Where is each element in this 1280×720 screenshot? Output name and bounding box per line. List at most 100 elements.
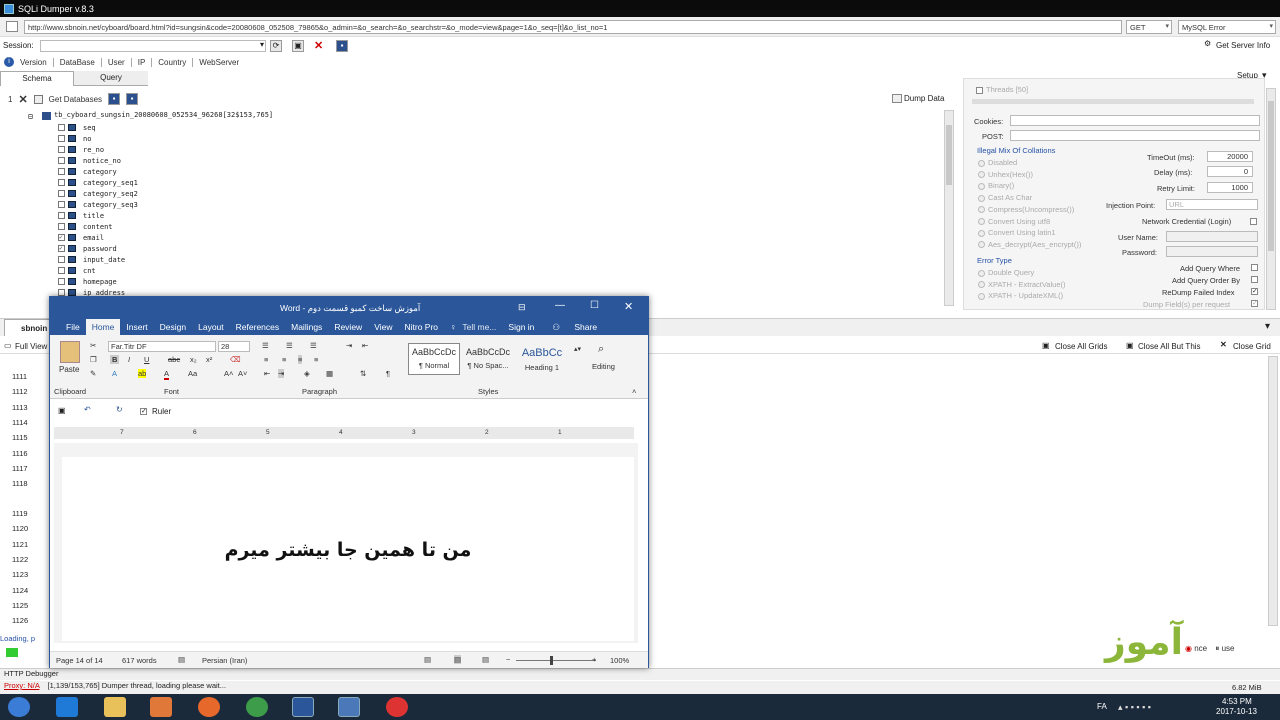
column-checkbox[interactable] xyxy=(58,223,65,230)
tab-home[interactable]: Home xyxy=(85,319,121,335)
http-debugger-label[interactable]: HTTP Debugger xyxy=(4,669,58,678)
tree-save-icon[interactable]: ▪ xyxy=(108,93,121,105)
tab-file[interactable]: File xyxy=(60,322,86,332)
dbms-select[interactable]: MySQL Error xyxy=(1178,20,1276,34)
sign-in-link[interactable]: Sign in xyxy=(502,322,540,332)
document-text[interactable]: من تا همین جا بیشتر میرم xyxy=(62,539,634,561)
close-all-grids-button[interactable]: Close All Grids xyxy=(1055,342,1107,351)
font-name-select[interactable]: Far.Titr DF xyxy=(108,341,216,352)
chrome-icon[interactable] xyxy=(246,697,268,717)
cut-icon[interactable]: ✂ xyxy=(90,341,96,350)
radio-icon[interactable] xyxy=(978,292,985,300)
tab-review[interactable]: Review xyxy=(328,322,368,332)
add-where-checkbox[interactable] xyxy=(1251,264,1258,271)
tree-scrollbar[interactable] xyxy=(944,110,954,306)
zoom-level[interactable]: 100% xyxy=(610,656,629,665)
rtl-icon[interactable]: ⇤ xyxy=(362,341,368,350)
radio-icon[interactable] xyxy=(978,229,985,237)
zoom-slider[interactable] xyxy=(516,660,596,661)
format-painter-icon[interactable]: ✎ xyxy=(90,369,96,378)
align-right-icon[interactable]: ≡ xyxy=(298,355,303,364)
strikethrough-button[interactable]: abc xyxy=(168,355,180,364)
threads-checkbox[interactable]: Threads [50] xyxy=(976,85,1028,94)
column-node[interactable]: title xyxy=(58,210,104,221)
column-checkbox[interactable] xyxy=(58,212,65,219)
undo-icon[interactable]: ↶ xyxy=(84,405,91,414)
zoom-in-icon[interactable]: + xyxy=(592,655,596,664)
column-node[interactable]: category_seq3 xyxy=(58,199,138,210)
collapse-ribbon-icon[interactable]: ˄ xyxy=(632,387,636,396)
settings-scroll-thumb[interactable] xyxy=(1268,101,1274,251)
maximize-icon[interactable]: ☐ xyxy=(590,300,599,311)
text-effects-icon[interactable]: A xyxy=(112,369,117,378)
indent-icon[interactable]: ⇤ xyxy=(264,369,270,378)
column-checkbox[interactable] xyxy=(58,168,65,175)
error-type-option[interactable]: XPATH - ExtractValue() xyxy=(978,280,1066,289)
radio-icon[interactable] xyxy=(978,218,985,226)
column-node[interactable]: ✓ password xyxy=(58,243,117,254)
ltr-icon[interactable]: ⇥ xyxy=(346,341,352,350)
column-checkbox[interactable] xyxy=(58,179,65,186)
chevron-down-icon[interactable]: ▾ xyxy=(260,40,264,49)
outdent-icon[interactable]: ⇥ xyxy=(278,369,285,378)
read-mode-icon[interactable]: ▤ xyxy=(424,655,431,664)
multilevel-icon[interactable]: ☰ xyxy=(310,341,317,350)
paste-icon[interactable] xyxy=(60,341,80,363)
word-taskbar-icon[interactable] xyxy=(292,697,314,717)
dump-data-button[interactable]: Dump Data xyxy=(904,94,944,103)
copy-icon[interactable]: ❐ xyxy=(90,355,97,364)
underline-button[interactable]: U xyxy=(144,355,149,364)
table-node[interactable]: tb_cyboard_sungsin_20080608_052534_96268… xyxy=(54,111,273,119)
styles-gallery-icon[interactable]: ▴▾ xyxy=(574,345,581,353)
browse-icon[interactable]: ▣ xyxy=(292,40,304,52)
menu-ip[interactable]: IP xyxy=(138,58,146,67)
tell-me-input[interactable]: Tell me... xyxy=(462,322,502,332)
tab-design[interactable]: Design xyxy=(154,322,192,332)
record-icon[interactable]: ◉ xyxy=(1185,644,1192,653)
column-node[interactable]: homepage xyxy=(58,276,117,287)
redump-checkbox[interactable]: ✓ xyxy=(1251,288,1258,295)
word-count[interactable]: 617 words xyxy=(122,656,157,665)
settings-scrollbar[interactable] xyxy=(1266,88,1276,310)
grid-tab[interactable]: sbnoin xyxy=(4,319,52,336)
menu-database[interactable]: DataBase xyxy=(60,58,95,67)
share-button[interactable]: ⚇ Share xyxy=(540,322,609,333)
media-icon[interactable] xyxy=(150,697,172,717)
collapse-icon[interactable]: ⊟ xyxy=(28,112,33,121)
column-node[interactable]: seq xyxy=(58,122,96,133)
method-select[interactable]: GET xyxy=(1126,20,1172,34)
radio-icon[interactable] xyxy=(978,159,985,167)
refresh-icon[interactable]: ⟳ xyxy=(270,40,282,52)
retry-input[interactable]: 1000 xyxy=(1207,182,1253,193)
column-node[interactable]: category_seq1 xyxy=(58,177,138,188)
bullets-icon[interactable]: ☰ xyxy=(262,341,269,350)
borders-icon[interactable]: ▦ xyxy=(326,369,333,378)
grow-font-icon[interactable]: A˄ xyxy=(224,369,233,378)
radio-icon[interactable] xyxy=(978,241,985,249)
style-no-spacing[interactable]: AaBbCcDc ¶ No Spac... xyxy=(462,343,514,375)
column-checkbox[interactable] xyxy=(58,157,65,164)
column-node[interactable]: content xyxy=(58,221,113,232)
change-case-icon[interactable]: Aa xyxy=(188,369,197,378)
column-node[interactable]: cnt xyxy=(58,265,96,276)
column-node[interactable]: category_seq2 xyxy=(58,188,138,199)
column-node[interactable]: category xyxy=(58,166,117,177)
column-checkbox[interactable] xyxy=(58,278,65,285)
firefox-icon[interactable] xyxy=(198,697,220,717)
collation-option[interactable]: Convert Using utf8 xyxy=(978,217,1050,226)
pause-icon[interactable]: ⏸ xyxy=(1215,644,1219,653)
column-checkbox[interactable] xyxy=(58,289,65,296)
numbering-icon[interactable]: ☰ xyxy=(286,341,293,350)
tab-nitro[interactable]: Nitro Pro xyxy=(398,322,444,332)
collation-option[interactable]: Compress(Uncompress()) xyxy=(978,205,1074,214)
collation-option[interactable]: Disabled xyxy=(978,158,1017,167)
clear-format-icon[interactable]: ⌫ xyxy=(230,355,241,364)
redo-icon[interactable]: ↻ xyxy=(116,405,123,414)
radio-icon[interactable] xyxy=(978,171,985,179)
style-heading-1[interactable]: AaBbCc Heading 1 xyxy=(516,343,568,375)
tab-mailings[interactable]: Mailings xyxy=(285,322,328,332)
get-server-info-button[interactable]: Get Server Info xyxy=(1216,41,1270,50)
tab-schema[interactable]: Schema xyxy=(0,71,74,86)
injection-select[interactable]: URL xyxy=(1166,199,1258,210)
minimize-icon[interactable]: — xyxy=(555,300,565,311)
